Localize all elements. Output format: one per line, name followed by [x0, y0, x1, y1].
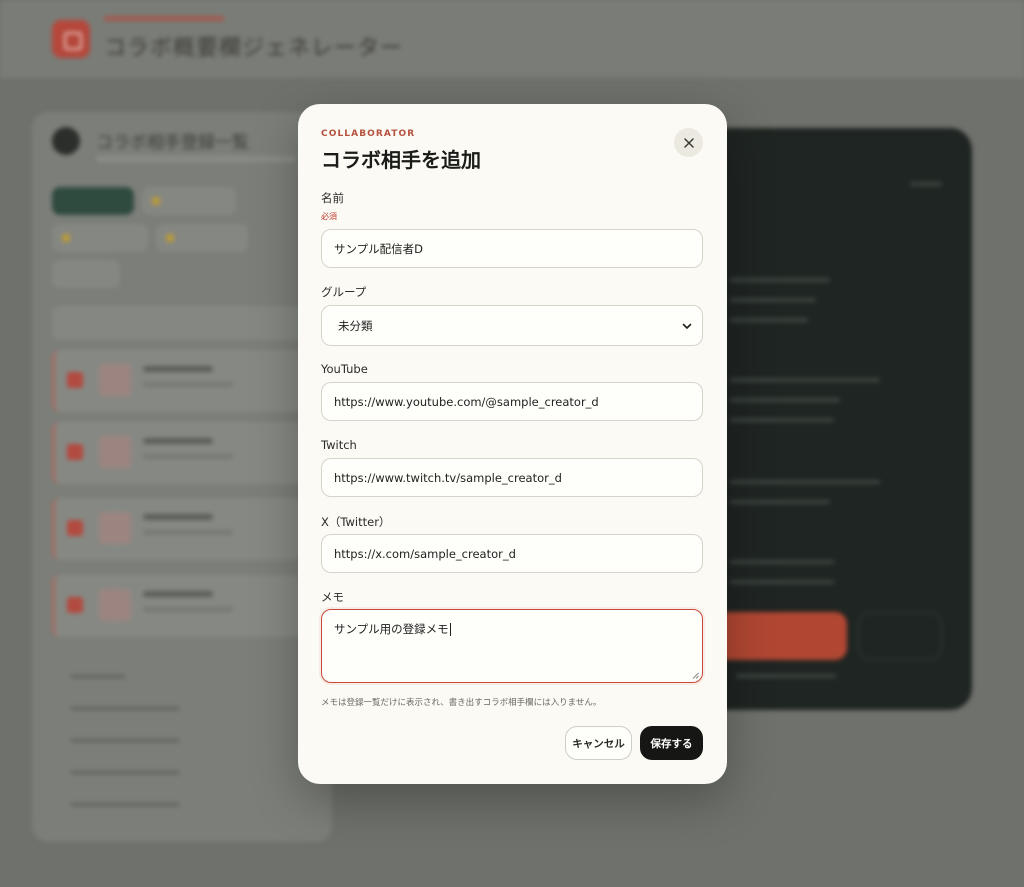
twitch-input[interactable]: https://www.twitch.tv/sample_creator_d — [321, 458, 703, 497]
close-icon — [683, 137, 694, 148]
required-badge: 必須 — [321, 212, 337, 221]
chevron-down-icon — [682, 323, 692, 329]
name-input-value: サンプル配信者D — [334, 241, 424, 256]
x-label: X（Twitter） — [321, 515, 391, 529]
section-avatar — [52, 127, 80, 155]
order-heading — [70, 674, 126, 679]
search-box — [52, 306, 302, 340]
list-item — [52, 350, 302, 412]
list-item — [52, 422, 302, 484]
section-title: コラボ相手登録一覧 — [96, 133, 249, 153]
x-input-value: https://x.com/sample_creator_d — [334, 546, 516, 561]
memo-hint: メモは登録一覧だけに表示され、書き出すコラボ相手欄には入りません。 — [321, 698, 602, 708]
group-label: グループ — [321, 285, 367, 299]
twitch-input-value: https://www.twitch.tv/sample_creator_d — [334, 470, 562, 485]
save-button[interactable]: 保存する — [640, 726, 703, 760]
order-item — [70, 802, 180, 807]
x-input[interactable]: https://x.com/sample_creator_d — [321, 534, 703, 573]
filter-chip-active — [52, 187, 134, 215]
dialog-title: コラボ相手を追加 — [321, 148, 481, 172]
copy-button — [715, 612, 847, 660]
youtube-input[interactable]: https://www.youtube.com/@sample_creator_… — [321, 382, 703, 421]
youtube-label: YouTube — [321, 362, 368, 376]
app-title: コラボ概要欄ジェネレーター — [104, 36, 404, 61]
filter-dot — [166, 234, 174, 242]
order-item — [70, 738, 180, 743]
memo-label: メモ — [321, 590, 344, 604]
name-label: 名前 — [321, 191, 344, 205]
resize-grip-icon[interactable] — [692, 672, 699, 679]
list-item — [52, 498, 302, 560]
memo-textarea[interactable]: サンプル用の登録メモ — [321, 609, 703, 683]
section-subtitle — [96, 156, 296, 162]
cancel-button[interactable]: キャンセル — [565, 726, 632, 760]
sort-chip — [52, 260, 120, 288]
filter-dot — [62, 234, 70, 242]
add-collaborator-dialog: COLLABORATOR コラボ相手を追加 名前 必須 サンプル配信者D グルー… — [298, 104, 727, 784]
filter-dot — [152, 197, 160, 205]
secondary-button — [858, 612, 942, 660]
dialog-kicker: COLLABORATOR — [321, 129, 416, 139]
order-item — [70, 770, 180, 775]
memo-textarea-value: サンプル用の登録メモ — [334, 622, 449, 636]
group-select[interactable]: 未分類 — [321, 305, 703, 346]
group-select-value: 未分類 — [338, 318, 373, 333]
youtube-input-value: https://www.youtube.com/@sample_creator_… — [334, 394, 599, 409]
app-logo — [52, 20, 90, 58]
name-input[interactable]: サンプル配信者D — [321, 229, 703, 268]
list-item — [52, 575, 302, 637]
twitch-label: Twitch — [321, 438, 357, 452]
close-button[interactable] — [674, 128, 703, 157]
order-item — [70, 706, 180, 711]
text-cursor — [449, 623, 451, 636]
app-kicker — [104, 16, 224, 21]
